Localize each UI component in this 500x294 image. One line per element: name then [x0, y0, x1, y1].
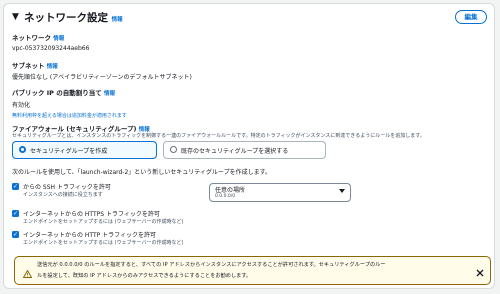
http-rule-title: インターネットからの HTTP トラフィックを許可 [23, 232, 157, 239]
ssh-rule-desc: インスタンスへの接続に役立ちます [23, 192, 103, 198]
network-settings-panel: ▼ ネットワーク設定 情報 編集 ネットワーク 情報 vpc-053732093… [3, 3, 495, 289]
radio-unselected-icon[interactable] [170, 146, 177, 153]
warning-icon [22, 263, 33, 282]
network-label: ネットワーク 情報 [12, 34, 65, 42]
subnet-info-link[interactable]: 情報 [47, 64, 58, 70]
http-rule-desc: エンドポイントをセットアップするには (ウェブサーバーの作成時など) [23, 240, 184, 246]
warning-text-line1: 送信元が 0.0.0.0/0 のルールを指定すると、すべての IP アドレスから… [37, 262, 386, 268]
rules-heading: 次のルールを使用して、「launch-wizard-2」という新しいセキュリティ… [12, 169, 271, 176]
free-tier-note[interactable]: 無料利用枠を超える場合は追加料金が適用されます [12, 112, 127, 119]
public-ip-label: パブリック IP の自動割り当て 情報 [12, 89, 115, 97]
warning-alert: 送信元が 0.0.0.0/0 のルールを指定すると、すべての IP アドレスから… [14, 256, 491, 285]
source-select-cidr: 0.0.0.0/0 [215, 194, 236, 199]
close-icon[interactable] [476, 262, 484, 281]
collapse-caret-icon[interactable]: ▼ [12, 12, 19, 22]
subnet-value: 優先順位なし (アベイラビリティーゾーンのデフォルトサブネット) [12, 74, 192, 81]
section-title: ネットワーク設定 情報 [24, 12, 123, 24]
source-select[interactable]: 任意の場所 0.0.0.0/0 [209, 183, 351, 202]
https-checkbox-check-icon[interactable]: ✓ [12, 210, 19, 217]
edit-button[interactable]: 編集 [455, 10, 487, 24]
radio-selected-icon[interactable] [19, 146, 26, 153]
select-existing-security-group-option[interactable]: 既存のセキュリティグループを選択する [163, 141, 326, 159]
https-rule-desc: エンドポイントをセットアップするには (ウェブサーバーの作成時など) [23, 219, 184, 225]
network-info-link[interactable]: 情報 [53, 36, 64, 42]
ssh-rule-title: からの SSH トラフィックを許可 [23, 184, 111, 191]
source-select-value: 任意の場所 [215, 187, 246, 194]
public-ip-value: 有効化 [12, 102, 31, 109]
https-rule-title: インターネットからの HTTPS トラフィックを許可 [23, 211, 160, 218]
chevron-down-icon[interactable] [339, 189, 345, 193]
public-ip-info-link[interactable]: 情報 [104, 91, 115, 97]
subnet-label: サブネット 情報 [12, 62, 58, 70]
http-checkbox-check-icon[interactable]: ✓ [12, 231, 19, 238]
info-link[interactable]: 情報 [112, 17, 123, 23]
firewall-description: セキュリティグループとは、インスタンスのトラフィックを制御する一連のファイアウォ… [12, 133, 425, 139]
network-value: vpc-053732093244aeb66 [12, 45, 90, 52]
warning-text-line2: ルを設定して、既知の IP アドレスからのみアクセスできるようにすることをお勧め… [37, 273, 252, 279]
ssh-checkbox-check-icon[interactable]: ✓ [12, 183, 19, 190]
create-security-group-option[interactable]: セキュリティグループを作成 [12, 141, 157, 159]
